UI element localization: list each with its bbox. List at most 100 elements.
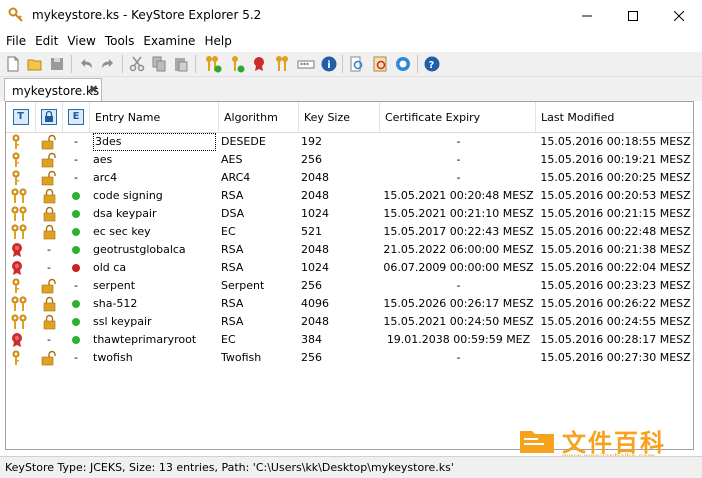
header-expiry-column[interactable]: E <box>63 102 90 132</box>
trusted-certificate-icon <box>12 261 22 275</box>
entry-type-cell <box>10 295 32 313</box>
generate-keypair-icon[interactable] <box>204 55 222 73</box>
entry-name: twofish <box>93 349 217 367</box>
undo-icon[interactable] <box>77 55 95 73</box>
entry-last-modified-text: 15.05.2016 00:19:21 MESZ <box>540 153 691 166</box>
menu-help[interactable]: Help <box>201 31 234 51</box>
header-certificate-expiry[interactable]: Certificate Expiry <box>380 102 536 132</box>
table-row[interactable]: sha-512 RSA 4096 15.05.2026 00:26:17 MESZ 15… <box>6 295 693 313</box>
properties-icon[interactable]: i <box>320 55 338 73</box>
svg-text:i: i <box>327 60 330 71</box>
entry-key-size: 2048 <box>301 169 381 187</box>
header-last-modified[interactable]: Last Modified <box>536 102 693 132</box>
title-bar: mykeystore.ks - KeyStore Explorer 5.2 <box>0 0 702 31</box>
menu-examine[interactable]: Examine <box>140 31 198 51</box>
paste-icon[interactable] <box>172 55 190 73</box>
menu-view[interactable]: View <box>64 31 98 51</box>
table-row[interactable]: - thawteprimaryroot EC 384 19.01.2038 00:59:… <box>6 331 693 349</box>
table-row[interactable]: - arc4 ARC4 2048 - 15.05.2016 00:20:25 MESZ <box>6 169 693 187</box>
entry-last-modified-text: 15.05.2016 00:22:48 MESZ <box>540 225 691 238</box>
table-row[interactable]: ec sec key EC 521 15.05.2017 00:22:43 MESZ 1… <box>6 223 693 241</box>
examine-ssl-icon[interactable] <box>394 55 412 73</box>
keystore-explorer-app-icon <box>8 7 23 22</box>
minimize-icon <box>582 15 592 16</box>
close-button[interactable] <box>656 0 702 31</box>
entry-algorithm: RSA <box>221 295 299 313</box>
entry-type-cell <box>10 259 32 277</box>
entry-certificate-expiry-text: 15.05.2021 00:20:48 MESZ <box>383 189 534 202</box>
minimize-button[interactable] <box>564 0 610 31</box>
secret-key-icon <box>12 152 20 167</box>
generate-secret-key-icon[interactable] <box>228 55 246 73</box>
cut-icon[interactable] <box>128 55 146 73</box>
entry-algorithm-text: DESEDE <box>221 135 266 148</box>
examine-file-icon[interactable] <box>348 55 366 73</box>
tab-strip: mykeystore.ks ✖ <box>0 77 702 101</box>
menu-file[interactable]: File <box>3 31 29 51</box>
new-icon[interactable] <box>4 55 22 73</box>
entry-algorithm: RSA <box>221 241 299 259</box>
copy-icon[interactable] <box>150 55 168 73</box>
entry-name: thawteprimaryroot <box>93 331 217 349</box>
table-row[interactable]: ssl keypair RSA 2048 15.05.2021 00:24:50 ME… <box>6 313 693 331</box>
entry-last-modified: 15.05.2016 00:18:55 MESZ <box>538 133 693 151</box>
entry-name-text: ec sec key <box>93 225 151 238</box>
entry-lock-cell <box>38 133 60 151</box>
tab-mykeystore[interactable]: mykeystore.ks ✖ <box>4 78 102 101</box>
entry-name: old ca <box>93 259 217 277</box>
entry-lock-cell <box>38 295 60 313</box>
examine-clipboard-icon[interactable] <box>371 55 389 73</box>
entry-key-size-text: 1024 <box>301 261 329 274</box>
header-key-size[interactable]: Key Size <box>299 102 380 132</box>
header-lock-column[interactable] <box>36 102 63 132</box>
entry-last-modified-text: 15.05.2016 00:23:23 MESZ <box>540 279 691 292</box>
table-row[interactable]: - aes AES 256 - 15.05.2016 00:19:21 MESZ <box>6 151 693 169</box>
menu-edit[interactable]: Edit <box>32 31 61 51</box>
entry-last-modified: 15.05.2016 00:26:22 MESZ <box>538 295 693 313</box>
set-password-icon[interactable]: *** <box>297 55 315 73</box>
table-row[interactable]: - geotrustglobalca RSA 2048 21.05.2022 06:00… <box>6 241 693 259</box>
entry-expiry-status-cell <box>68 259 84 277</box>
entry-expiry-status-cell: - <box>68 277 84 295</box>
table-row[interactable]: - serpent Serpent 256 - 15.05.2016 00:23:23 M… <box>6 277 693 295</box>
close-icon <box>674 10 684 21</box>
entry-certificate-expiry: - <box>382 133 535 151</box>
window-title: mykeystore.ks - KeyStore Explorer 5.2 <box>32 8 262 22</box>
entry-name-text: serpent <box>93 279 136 292</box>
entry-name-text: aes <box>93 153 113 166</box>
table-row[interactable]: - 3des DESEDE 192 - 15.05.2016 00:18:55 MESZ <box>6 133 693 151</box>
menu-tools[interactable]: Tools <box>102 31 138 51</box>
tab-close-icon[interactable]: ✖ <box>89 83 98 96</box>
table-row[interactable]: dsa keypair DSA 1024 15.05.2021 00:21:10 ME… <box>6 205 693 223</box>
import-keypair-icon[interactable] <box>274 55 292 73</box>
header-algorithm[interactable]: Algorithm <box>219 102 299 132</box>
svg-text:***: *** <box>300 62 309 69</box>
maximize-button[interactable] <box>610 0 656 31</box>
table-row[interactable]: code signing RSA 2048 15.05.2021 00:20:48 M… <box>6 187 693 205</box>
entry-key-size: 192 <box>301 133 381 151</box>
table-row[interactable]: - twofish Twofish 256 - 15.05.2016 00:27:30 M… <box>6 349 693 367</box>
entry-last-modified: 15.05.2016 00:21:38 MESZ <box>538 241 693 259</box>
entry-certificate-expiry-text: 15.05.2021 00:21:10 MESZ <box>383 207 534 220</box>
key-pair-icon <box>11 206 27 221</box>
entry-last-modified-text: 15.05.2016 00:26:22 MESZ <box>540 297 691 310</box>
redo-icon[interactable] <box>99 55 117 73</box>
help-icon[interactable]: ? <box>423 55 441 73</box>
entry-last-modified: 15.05.2016 00:21:15 MESZ <box>538 205 693 223</box>
entry-algorithm-text: DSA <box>221 207 245 220</box>
entry-expiry-status-cell: - <box>68 151 84 169</box>
open-icon[interactable] <box>26 55 44 73</box>
header-type-column[interactable]: T <box>6 102 36 132</box>
entry-expiry-status-cell <box>68 187 84 205</box>
entry-key-size-text: 256 <box>301 351 322 364</box>
entry-algorithm: DESEDE <box>221 133 299 151</box>
table-row[interactable]: - old ca RSA 1024 06.07.2009 00:00:00 MESZ 15… <box>6 259 693 277</box>
import-trusted-cert-icon[interactable] <box>251 55 269 73</box>
entry-algorithm-text: RSA <box>221 243 244 256</box>
header-entry-name[interactable]: Entry Name <box>90 102 219 132</box>
save-icon[interactable] <box>48 55 66 73</box>
entry-key-size-text: 2048 <box>301 315 329 328</box>
key-pair-icon <box>11 224 27 239</box>
entry-algorithm-text: RSA <box>221 189 244 202</box>
valid-status-icon <box>72 300 80 308</box>
